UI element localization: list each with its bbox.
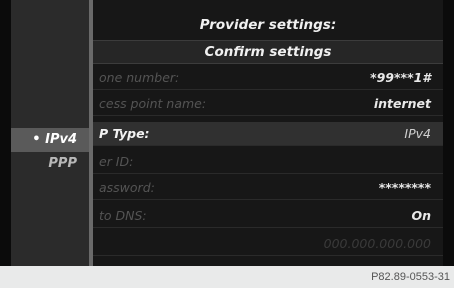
setting-row-ip-type[interactable]: P Type: IPv4 [93, 122, 443, 146]
setting-row-phone-number[interactable]: one number: *99***1# [93, 66, 443, 90]
setting-value: ******** [378, 180, 431, 195]
setting-label: P Type: [99, 126, 150, 141]
setting-value: On [411, 208, 431, 223]
setting-row-auto-dns[interactable]: to DNS: On [93, 204, 443, 228]
setting-label: cess point name: [99, 96, 207, 111]
setting-value: internet [373, 96, 431, 111]
screen-edge [443, 0, 454, 266]
confirm-settings-button[interactable]: Confirm settings [93, 40, 443, 64]
option-ppp[interactable]: PPP [11, 152, 89, 176]
provider-settings-panel: Provider settings: Confirm settings one … [93, 0, 443, 266]
screen: • IPv4 PPP Provider settings: Confirm se… [0, 0, 454, 266]
setting-label: assword: [99, 180, 155, 195]
setting-value: 000.000.000.000 [323, 236, 431, 251]
option-ipv4[interactable]: • IPv4 [11, 128, 89, 152]
setting-value: IPv4 [404, 126, 431, 141]
figure-reference: P82.89-0553-31 [371, 271, 450, 283]
setting-label: er ID: [99, 154, 134, 169]
setting-row-access-point-name[interactable]: cess point name: internet [93, 92, 443, 116]
setting-row-password[interactable]: assword: ******** [93, 176, 443, 200]
setting-label: one number: [99, 70, 180, 85]
setting-row-user-id[interactable]: er ID: [93, 150, 443, 174]
setting-row-dns-address[interactable]: 000.000.000.000 [93, 232, 443, 256]
setting-label: to DNS: [99, 208, 147, 223]
ip-type-options-column: • IPv4 PPP [11, 0, 91, 266]
setting-value: *99***1# [370, 70, 431, 85]
panel-title: Provider settings: [199, 17, 337, 33]
